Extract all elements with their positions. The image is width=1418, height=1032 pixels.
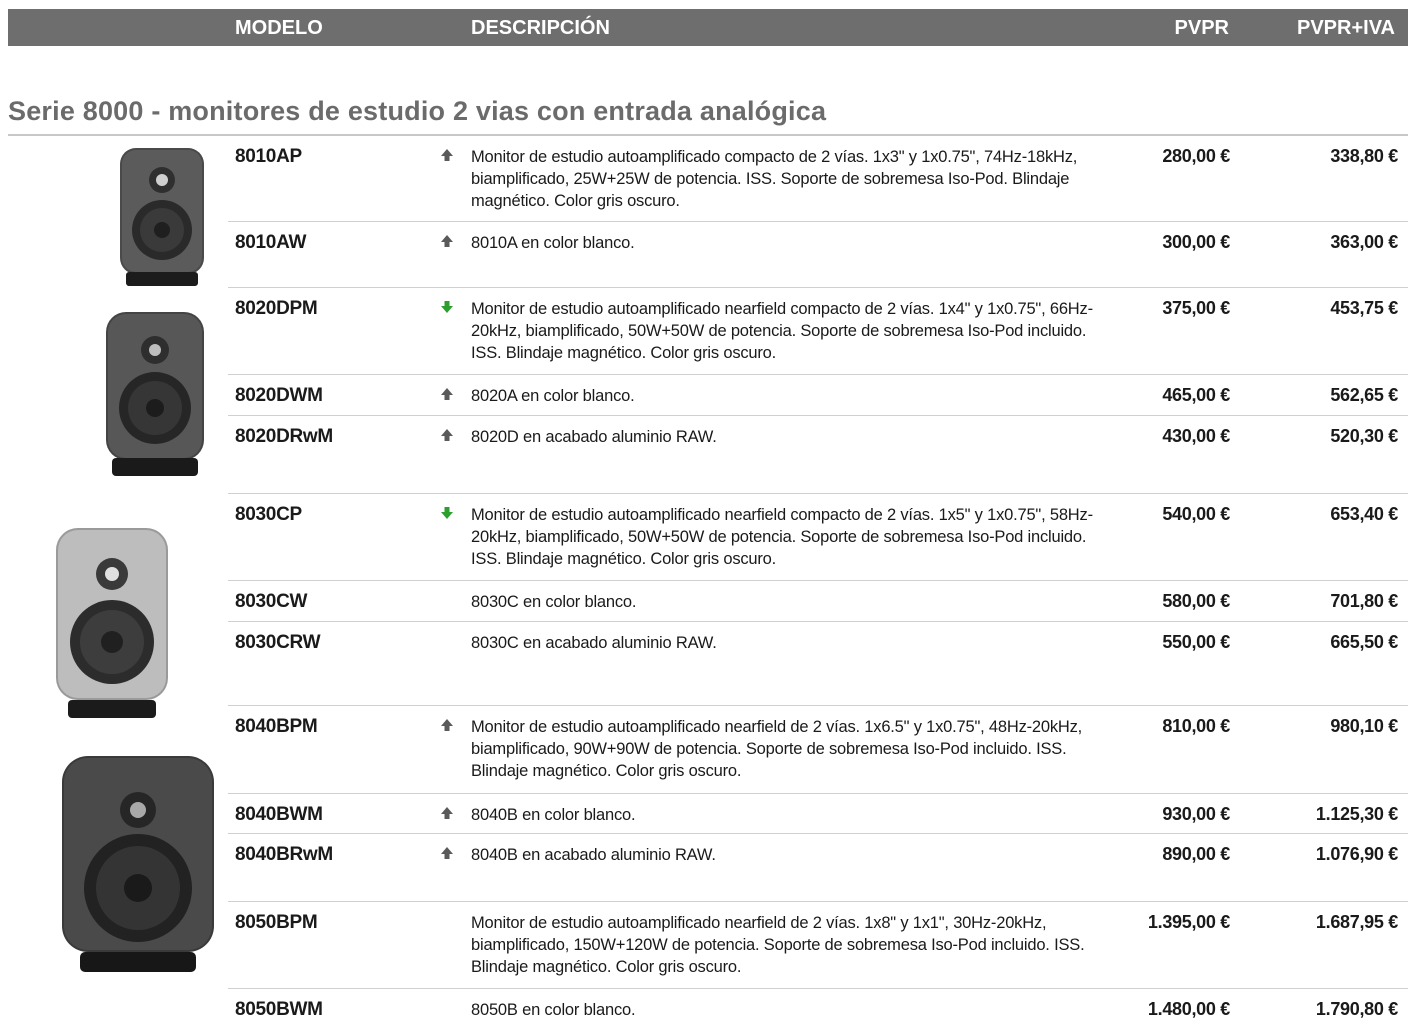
header-description: DESCRIPCIÓN <box>471 17 610 39</box>
price-pvpr: 930,00 € <box>1162 804 1230 824</box>
header-pvpr: PVPR <box>1174 17 1229 39</box>
price-pvpr-iva: 1.076,90 € <box>1315 844 1398 864</box>
row-divider <box>228 705 1408 706</box>
model-code: 8010AW <box>235 232 307 253</box>
section-title: Serie 8000 - monitores de estudio 2 vias… <box>8 96 827 126</box>
description: 8030C en acabado aluminio RAW. <box>471 634 717 652</box>
price-pvpr-iva: 1.125,30 € <box>1315 804 1398 824</box>
model-code: 8030CW <box>235 591 308 612</box>
up-arrow-icon <box>441 429 453 441</box>
price-pvpr-iva: 1.687,95 € <box>1315 912 1398 932</box>
model-code: 8030CRW <box>235 632 321 653</box>
model-code: 8030CP <box>235 504 302 525</box>
up-arrow-icon <box>441 719 453 731</box>
price-pvpr-iva: 980,10 € <box>1330 716 1398 736</box>
price-pvpr: 375,00 € <box>1162 298 1230 318</box>
speaker-8030-image <box>56 528 168 718</box>
speaker-8010-image <box>120 148 204 286</box>
up-arrow-icon <box>441 235 453 247</box>
model-code: 8040BRwM <box>235 844 333 865</box>
row-divider <box>228 493 1408 494</box>
price-pvpr-iva: 653,40 € <box>1330 504 1398 524</box>
description: 8020D en acabado aluminio RAW. <box>471 428 717 446</box>
model-code: 8010AP <box>235 146 302 167</box>
model-code: 8020DPM <box>235 298 318 319</box>
price-pvpr: 300,00 € <box>1162 232 1230 252</box>
price-pvpr-iva: 1.790,80 € <box>1315 999 1398 1019</box>
up-arrow-icon <box>441 807 453 819</box>
up-arrow-icon <box>441 847 453 859</box>
price-pvpr-iva: 562,65 € <box>1330 385 1398 405</box>
price-pvpr-iva: 520,30 € <box>1330 426 1398 446</box>
price-pvpr: 890,00 € <box>1162 844 1230 864</box>
price-pvpr: 580,00 € <box>1162 591 1230 611</box>
description: 8040B en acabado aluminio RAW. <box>471 846 716 864</box>
title-divider <box>8 134 1408 136</box>
price-pvpr: 280,00 € <box>1162 146 1230 166</box>
model-code: 8020DRwM <box>235 426 333 447</box>
row-divider <box>228 901 1408 902</box>
description: Monitor de estudio autoamplificado compa… <box>471 148 1078 210</box>
price-pvpr: 540,00 € <box>1162 504 1230 524</box>
price-pvpr-iva: 701,80 € <box>1330 591 1398 611</box>
row-divider <box>228 833 1408 834</box>
description: 8030C en color blanco. <box>471 593 637 611</box>
price-pvpr: 810,00 € <box>1162 716 1230 736</box>
model-code: 8040BWM <box>235 804 323 825</box>
row-divider <box>228 221 1408 222</box>
price-pvpr: 550,00 € <box>1162 632 1230 652</box>
price-pvpr-iva: 665,50 € <box>1330 632 1398 652</box>
column-header-bar: MODELO DESCRIPCIÓN PVPR PVPR+IVA <box>8 9 1408 46</box>
price-pvpr-iva: 453,75 € <box>1330 298 1398 318</box>
down-arrow-icon <box>441 507 453 519</box>
description: Monitor de estudio autoamplificado nearf… <box>471 718 1083 780</box>
down-arrow-icon <box>441 301 453 313</box>
description: Monitor de estudio autoamplificado nearf… <box>471 300 1093 362</box>
row-divider <box>228 287 1408 288</box>
header-model: MODELO <box>235 17 323 39</box>
price-pvpr-iva: 338,80 € <box>1330 146 1398 166</box>
price-pvpr: 430,00 € <box>1162 426 1230 446</box>
up-arrow-icon <box>441 388 453 400</box>
description: Monitor de estudio autoamplificado nearf… <box>471 914 1085 976</box>
description: 8040B en color blanco. <box>471 806 636 824</box>
model-code: 8050BPM <box>235 912 318 933</box>
speaker-8020-image <box>106 312 204 476</box>
price-pvpr: 1.395,00 € <box>1147 912 1230 932</box>
price-pvpr-iva: 363,00 € <box>1330 232 1398 252</box>
row-divider <box>228 374 1408 375</box>
row-divider <box>228 621 1408 622</box>
model-code: 8050BWM <box>235 999 323 1020</box>
row-divider <box>228 415 1408 416</box>
header-pvpr-iva: PVPR+IVA <box>1297 17 1395 39</box>
model-code: 8040BPM <box>235 716 318 737</box>
price-pvpr: 465,00 € <box>1162 385 1230 405</box>
description: 8010A en color blanco. <box>471 234 635 252</box>
row-divider <box>228 988 1408 989</box>
price-pvpr: 1.480,00 € <box>1147 999 1230 1019</box>
speaker-8040-image <box>62 756 214 972</box>
description: Monitor de estudio autoamplificado nearf… <box>471 506 1093 568</box>
row-divider <box>228 580 1408 581</box>
up-arrow-icon <box>441 149 453 161</box>
description: 8020A en color blanco. <box>471 387 635 405</box>
row-divider <box>228 793 1408 794</box>
model-code: 8020DWM <box>235 385 323 406</box>
description: 8050B en color blanco. <box>471 1001 636 1019</box>
